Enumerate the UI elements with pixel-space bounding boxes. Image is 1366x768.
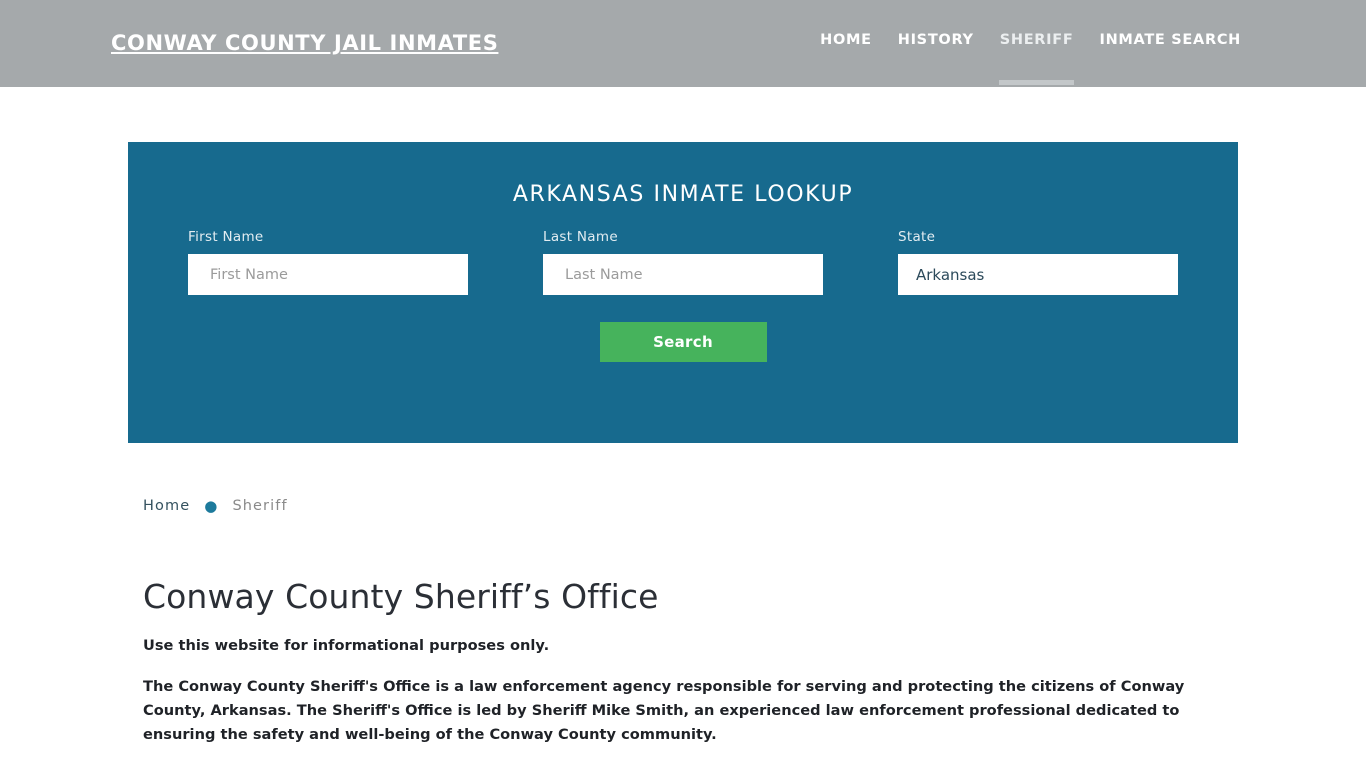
- page-title: Conway County Sheriff’s Office: [143, 577, 659, 616]
- inmate-lookup-panel: ARKANSAS INMATE LOOKUP First Name Last N…: [128, 142, 1238, 443]
- first-name-label: First Name: [188, 229, 264, 245]
- nav-item-home[interactable]: HOME: [807, 32, 885, 48]
- state-select[interactable]: Arkansas: [898, 254, 1178, 295]
- site-header: CONWAY COUNTY JAIL INMATES HOME HISTORY …: [0, 0, 1366, 87]
- nav-item-history[interactable]: HISTORY: [885, 32, 987, 48]
- site-brand[interactable]: CONWAY COUNTY JAIL INMATES: [111, 31, 498, 55]
- first-name-field-group: First Name: [188, 229, 468, 295]
- state-label: State: [898, 229, 936, 245]
- nav-item-sheriff[interactable]: SHERIFF: [987, 32, 1087, 85]
- main-navigation: HOME HISTORY SHERIFF INMATE SEARCH: [807, 32, 1254, 85]
- lookup-fields-row: First Name Last Name State Arkansas: [128, 229, 1238, 299]
- state-field-group: State Arkansas: [898, 229, 1178, 295]
- breadcrumb: Home ● Sheriff: [143, 498, 288, 514]
- body-paragraph-1: Use this website for informational purpo…: [143, 637, 550, 654]
- last-name-field-group: Last Name: [543, 229, 823, 295]
- breadcrumb-separator-dot-icon: ●: [204, 496, 219, 515]
- nav-item-inmate-search[interactable]: INMATE SEARCH: [1086, 32, 1254, 48]
- first-name-input[interactable]: [188, 254, 468, 295]
- last-name-label: Last Name: [543, 229, 618, 245]
- breadcrumb-home[interactable]: Home: [143, 498, 190, 514]
- last-name-input[interactable]: [543, 254, 823, 295]
- breadcrumb-current: Sheriff: [232, 498, 288, 514]
- body-paragraph-2: The Conway County Sheriff's Office is a …: [143, 678, 1185, 743]
- search-button-row: Search: [128, 322, 1238, 362]
- search-button[interactable]: Search: [599, 322, 767, 362]
- lookup-title: ARKANSAS INMATE LOOKUP: [512, 182, 854, 207]
- page-body: Use this website for informational purpo…: [143, 634, 1218, 747]
